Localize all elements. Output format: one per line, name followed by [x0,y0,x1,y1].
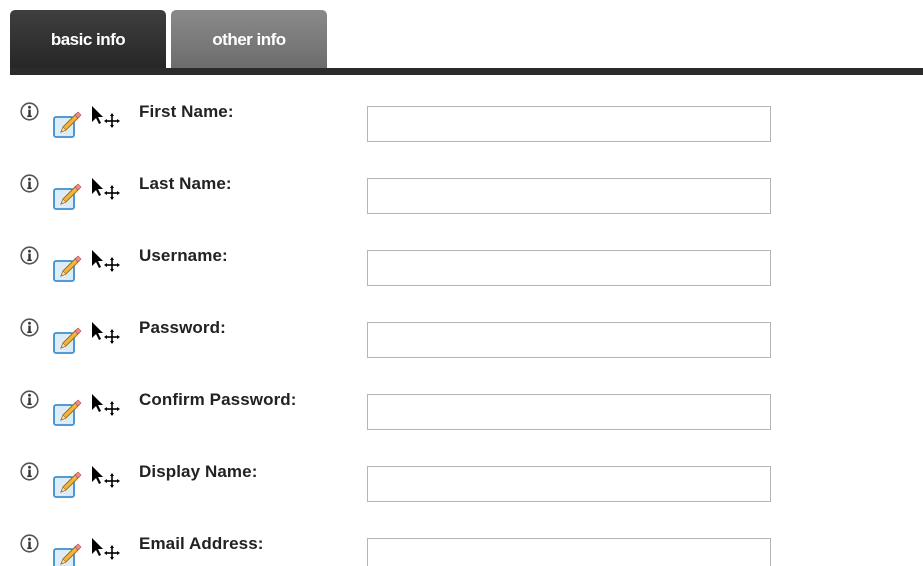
move-cursor-icon[interactable] [90,248,120,272]
form-row-email-address: Email Address: [0,534,923,566]
form-row-first-name: First Name: [0,102,923,174]
first-name-field[interactable] [367,106,771,142]
info-icon[interactable] [20,102,39,121]
pencil-edit-icon[interactable] [53,397,83,427]
info-icon[interactable] [20,390,39,409]
move-cursor-icon[interactable] [90,176,120,200]
pencil-edit-icon[interactable] [53,109,83,139]
pencil-edit-icon[interactable] [53,253,83,283]
email-address-field[interactable] [367,538,771,566]
form-row-confirm-password: Confirm Password: [0,390,923,462]
field-label-email-address: Email Address: [139,534,264,553]
pencil-edit-icon[interactable] [53,181,83,211]
field-label-username: Username: [139,246,228,265]
move-cursor-icon[interactable] [90,536,120,560]
move-cursor-icon[interactable] [90,392,120,416]
info-icon[interactable] [20,318,39,337]
field-label-confirm-password: Confirm Password: [139,390,297,409]
basic-info-form: First Name: Last Name: Username: Passwor… [0,0,923,566]
form-row-display-name: Display Name: [0,462,923,534]
info-icon[interactable] [20,174,39,193]
password-field[interactable] [367,322,771,358]
info-icon[interactable] [20,462,39,481]
field-label-password: Password: [139,318,226,337]
info-icon[interactable] [20,534,39,553]
field-label-first-name: First Name: [139,102,234,121]
pencil-edit-icon[interactable] [53,469,83,499]
move-cursor-icon[interactable] [90,464,120,488]
field-label-last-name: Last Name: [139,174,232,193]
last-name-field[interactable] [367,178,771,214]
form-row-last-name: Last Name: [0,174,923,246]
move-cursor-icon[interactable] [90,320,120,344]
display-name-field[interactable] [367,466,771,502]
form-row-password: Password: [0,318,923,390]
confirm-password-field[interactable] [367,394,771,430]
username-field[interactable] [367,250,771,286]
form-row-username: Username: [0,246,923,318]
field-label-display-name: Display Name: [139,462,258,481]
pencil-edit-icon[interactable] [53,541,83,566]
info-icon[interactable] [20,246,39,265]
pencil-edit-icon[interactable] [53,325,83,355]
move-cursor-icon[interactable] [90,104,120,128]
